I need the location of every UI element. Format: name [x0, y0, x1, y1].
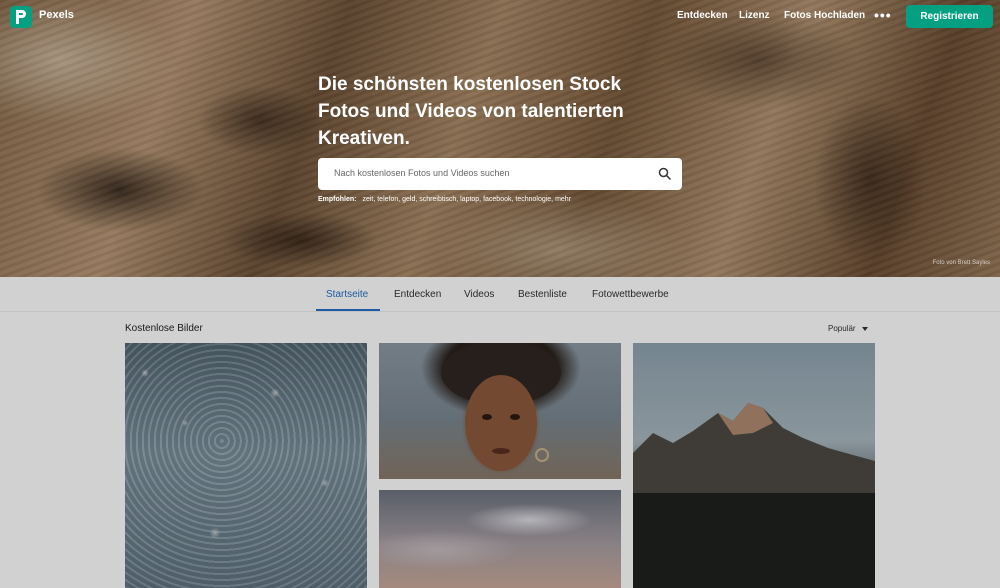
- register-button[interactable]: Registrieren: [906, 5, 993, 28]
- photo-credit[interactable]: Foto von Brett Sayles: [933, 260, 990, 266]
- brand-name[interactable]: Pexels: [39, 9, 74, 21]
- pexels-logo-icon[interactable]: [10, 6, 32, 28]
- top-navigation: Pexels Entdecken Lizenz Fotos Hochladen …: [0, 0, 1000, 34]
- more-menu-icon[interactable]: •••: [874, 7, 892, 23]
- nav-license[interactable]: Lizenz: [739, 10, 770, 21]
- suggest-links[interactable]: zeit, telefon, geld, schreibtisch, lapto…: [362, 196, 571, 203]
- hero-title: Die schönsten kostenlosen Stock Fotos un…: [318, 74, 624, 149]
- suggest-label: Empfohlen:: [318, 196, 357, 203]
- search-icon[interactable]: [658, 167, 672, 181]
- nav-explore[interactable]: Entdecken: [677, 10, 728, 21]
- nav-upload[interactable]: Fotos Hochladen: [784, 10, 865, 21]
- suggested-searches: Empfohlen: zeit, telefon, geld, schreibt…: [318, 196, 571, 203]
- search-placeholder: Nach kostenlosen Fotos und Videos suchen: [334, 168, 510, 178]
- search-input[interactable]: Nach kostenlosen Fotos und Videos suchen: [318, 158, 682, 190]
